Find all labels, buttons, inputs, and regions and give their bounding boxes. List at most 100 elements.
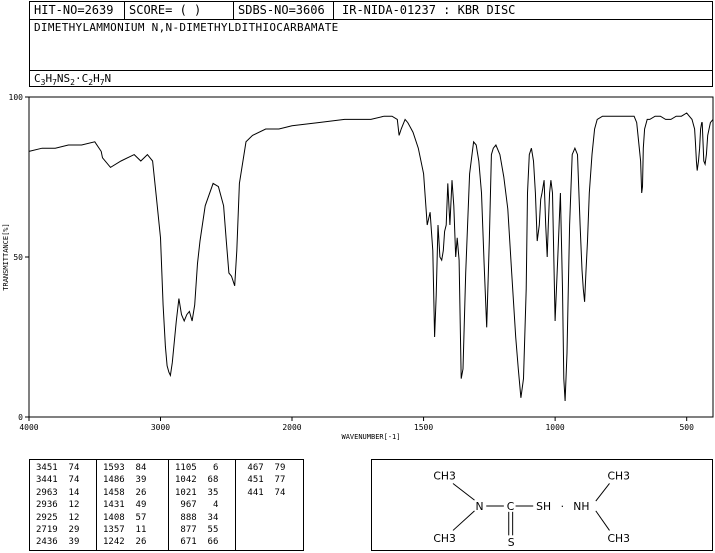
peak-wavenumber: 3451 — [36, 463, 58, 473]
peak-row: 441 74 — [242, 487, 285, 499]
peak-column: 3451 74 3441 74 2963 14 2936 12 2925 12 2719 … — [36, 462, 79, 549]
peak-wavenumber: 1458 — [103, 487, 125, 498]
peak-row: 2936 12 — [36, 499, 79, 511]
amine-nh: NH — [573, 500, 589, 513]
formula-text: NS — [56, 72, 71, 85]
peak-row: 1593 84 — [103, 462, 146, 474]
peak-row: 1021 35 — [175, 487, 218, 499]
formula-text: C — [34, 72, 41, 85]
structure-diagram: CH3 CH3 N C SH · NH CH3 CH3 S — [371, 459, 713, 551]
formula-text: ·C — [74, 72, 89, 85]
x-tick-label: 1000 — [545, 423, 564, 432]
spectrum-header: HIT-NO=2639 SCORE= ( ) SDBS-NO=3606 IR-N… — [29, 1, 713, 87]
peak-table: 3451 74 3441 74 2963 14 2936 12 2925 12 2719 … — [29, 459, 304, 551]
peak-transmittance: 34 — [196, 512, 219, 523]
peak-wavenumber: 888 — [175, 512, 197, 523]
peak-wavenumber: 967 — [175, 500, 197, 511]
sulfur-bottom: S — [508, 536, 515, 549]
plot-frame — [28, 96, 714, 418]
peak-row: 1486 39 — [103, 474, 146, 486]
header-row: HIT-NO=2639 SCORE= ( ) SDBS-NO=3606 IR-N… — [30, 2, 712, 20]
peak-transmittance: 55 — [196, 524, 219, 535]
peak-row: 2719 29 — [36, 524, 79, 536]
methyl-bottom-left: CH3 — [433, 532, 455, 545]
y-tick-label: 50 — [13, 253, 23, 262]
methyl-top-right: CH3 — [608, 470, 630, 483]
peak-transmittance: 79 — [263, 463, 286, 473]
peak-wavenumber: 441 — [242, 487, 264, 498]
peak-transmittance: 6 — [196, 463, 219, 473]
formula-text: H — [93, 72, 100, 85]
peak-row: 3441 74 — [36, 474, 79, 486]
peak-row: 888 34 — [175, 512, 218, 524]
peak-wavenumber: 2963 — [36, 487, 58, 498]
peak-wavenumber: 467 — [242, 463, 264, 473]
peak-wavenumber: 2925 — [36, 512, 58, 523]
peak-wavenumber: 1021 — [175, 487, 197, 498]
peak-table-divider — [96, 460, 97, 550]
hit-no: HIT-NO=2639 — [30, 2, 125, 19]
ir-id: IR-NIDA-01237 : KBR DISC — [342, 3, 516, 17]
peak-transmittance: 4 — [196, 500, 219, 511]
peak-row: 451 77 — [242, 474, 285, 486]
peak-row: 671 66 — [175, 536, 218, 548]
score: SCORE= ( ) — [125, 2, 234, 19]
peak-transmittance: 77 — [263, 475, 286, 486]
x-tick-label: 1500 — [414, 423, 433, 432]
peak-row: 1458 26 — [103, 487, 146, 499]
methyl-bottom-right: CH3 — [608, 532, 630, 545]
x-axis-label: WAVENUMBER[-1] — [341, 433, 400, 441]
carbon-center: C — [507, 500, 515, 513]
peak-wavenumber: 1105 — [175, 463, 197, 473]
peak-transmittance: 74 — [57, 475, 80, 486]
peak-column: 1105 6 1042 68 1021 35 967 4 888 34 877 55… — [175, 462, 218, 549]
peak-transmittance: 11 — [124, 524, 147, 535]
peak-wavenumber: 2936 — [36, 500, 58, 511]
peak-wavenumber: 1408 — [103, 512, 125, 523]
peak-row: 2925 12 — [36, 512, 79, 524]
peak-transmittance: 12 — [57, 512, 80, 523]
peak-row: 2963 14 — [36, 487, 79, 499]
y-tick-label: 100 — [9, 93, 24, 102]
peak-transmittance: 26 — [124, 487, 147, 498]
peak-transmittance: 39 — [57, 537, 80, 548]
peak-wavenumber: 3441 — [36, 475, 58, 486]
formula-divider — [30, 70, 712, 71]
peak-transmittance: 29 — [57, 524, 80, 535]
peak-transmittance: 14 — [57, 487, 80, 498]
peak-row: 967 4 — [175, 499, 218, 511]
peak-wavenumber: 671 — [175, 537, 197, 548]
thiol-sh: SH — [536, 500, 551, 513]
peak-wavenumber: 451 — [242, 475, 264, 486]
peak-table-divider — [168, 460, 169, 550]
peak-row: 1242 26 — [103, 536, 146, 548]
peak-column: 467 79 451 77 441 74 — [242, 462, 285, 499]
peak-row: 1408 57 — [103, 512, 146, 524]
peak-column: 1593 84 1486 39 1458 26 1431 49 1408 57 1357 … — [103, 462, 146, 549]
peak-row: 877 55 — [175, 524, 218, 536]
y-tick-label: 0 — [18, 413, 23, 422]
peak-wavenumber: 1042 — [175, 475, 197, 486]
x-tick-label: 500 — [679, 423, 694, 432]
molecular-formula: C3H7NS2·C2H7N — [34, 72, 111, 87]
peak-row: 1357 11 — [103, 524, 146, 536]
y-axis-label: TRANSMITTANCE[%] — [2, 223, 10, 290]
peak-transmittance: 49 — [124, 500, 147, 511]
ir-spectrum-chart: 4000 3000 2000 1500 1000 500 0 50 100 WAVENUMBER[… — [2, 93, 714, 441]
peak-transmittance: 35 — [196, 487, 219, 498]
sdbs-no: SDBS-NO=3606 — [234, 2, 334, 19]
x-tick-label: 3000 — [151, 423, 170, 432]
peak-row: 1042 68 — [175, 474, 218, 486]
peak-wavenumber: 1486 — [103, 475, 125, 486]
peak-table-divider — [235, 460, 236, 550]
peak-row: 2436 39 — [36, 536, 79, 548]
peak-wavenumber: 1431 — [103, 500, 125, 511]
peak-transmittance: 66 — [196, 537, 219, 548]
peak-wavenumber: 1357 — [103, 524, 125, 535]
peak-transmittance: 84 — [124, 463, 147, 473]
x-tick-label: 2000 — [282, 423, 301, 432]
peak-wavenumber: 2436 — [36, 537, 58, 548]
nitrogen-left: N — [475, 500, 483, 513]
peak-transmittance: 26 — [124, 537, 147, 548]
compound-name: DIMETHYLAMMONIUM N,N-DIMETHYLDITHIOCARBA… — [34, 21, 339, 34]
